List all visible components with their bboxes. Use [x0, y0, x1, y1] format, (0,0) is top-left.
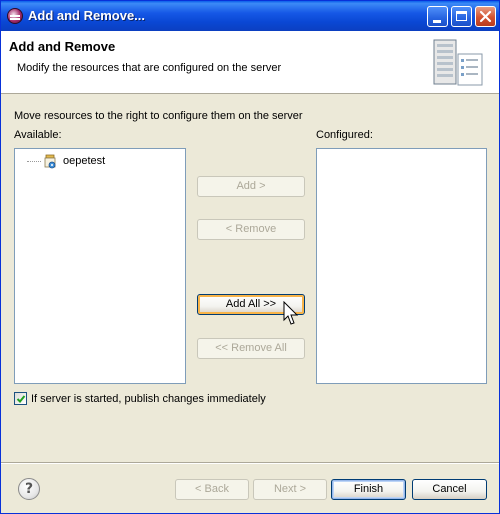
page-description: Modify the resources that are configured… [17, 62, 282, 74]
server-icon [433, 39, 483, 86]
remove-all-button[interactable]: << Remove All [197, 338, 305, 359]
close-button[interactable] [475, 6, 496, 27]
close-icon [479, 10, 492, 23]
minimize-button[interactable] [427, 6, 448, 27]
minimize-icon [433, 20, 441, 23]
page-title: Add and Remove [9, 39, 116, 54]
footer-separator [1, 462, 499, 464]
tree-connector [27, 161, 41, 162]
configured-label: Configured: [316, 129, 373, 141]
next-button[interactable]: Next > [253, 479, 327, 500]
checkmark-icon [16, 395, 26, 403]
list-item-label: oepetest [63, 155, 106, 167]
publish-checkbox[interactable] [14, 392, 27, 405]
window-title: Add and Remove... [28, 8, 146, 23]
available-list[interactable]: oepetest [14, 148, 186, 384]
eclipse-icon [7, 8, 23, 24]
maximize-icon [456, 11, 467, 21]
add-button[interactable]: Add > [197, 176, 305, 197]
add-remove-dialog: Add and Remove... Add and Remove Modify … [0, 0, 500, 514]
maximize-button[interactable] [451, 6, 472, 27]
back-button[interactable]: < Back [175, 479, 249, 500]
help-icon[interactable]: ? [18, 478, 40, 500]
available-label: Available: [14, 129, 62, 141]
project-icon [44, 154, 56, 168]
title-bar[interactable]: Add and Remove... [1, 1, 499, 31]
list-item[interactable]: oepetest [27, 153, 105, 169]
mouse-cursor-icon [283, 301, 299, 325]
wizard-header: Add and Remove Modify the resources that… [1, 31, 499, 94]
configured-list[interactable] [316, 148, 487, 384]
remove-button[interactable]: < Remove [197, 219, 305, 240]
cancel-button[interactable]: Cancel [412, 479, 487, 500]
finish-button[interactable]: Finish [331, 479, 406, 500]
publish-checkbox-label: If server is started, publish changes im… [31, 393, 266, 405]
instruction-text: Move resources to the right to configure… [14, 110, 303, 122]
